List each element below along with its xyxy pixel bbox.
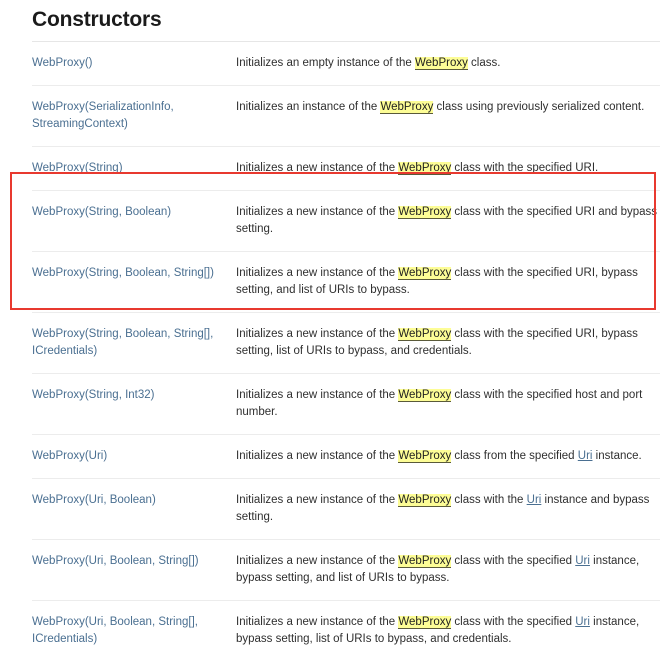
table-row: WebProxy(SerializationInfo, StreamingCon…: [32, 86, 660, 147]
table-row: WebProxy(Uri, Boolean, String[]) Initiali…: [32, 540, 660, 601]
constructor-name-cell: WebProxy(Uri): [32, 435, 236, 479]
documentation-page: Constructors WebProxy() Initializes an em…: [0, 0, 668, 526]
constructor-description-cell: Initializes an instance of the WebProxy …: [236, 86, 660, 147]
constructor-link[interactable]: WebProxy(String, Boolean): [32, 206, 171, 218]
constructors-table-body: WebProxy() Initializes an empty instance …: [32, 42, 660, 661]
description-text: Initializes a new instance of the WebPro…: [236, 206, 657, 235]
constructor-link[interactable]: WebProxy(String, Boolean, String[], ICre…: [32, 328, 213, 357]
uri-type-link[interactable]: Uri: [575, 555, 590, 567]
search-term-highlight: WebProxy: [398, 616, 451, 629]
description-text: Initializes a new instance of the WebPro…: [236, 267, 638, 296]
search-term-highlight: WebProxy: [398, 328, 451, 341]
page-title: Constructors: [0, 0, 668, 34]
constructor-link[interactable]: WebProxy(): [32, 57, 93, 69]
table-row: WebProxy(Uri, Boolean) Initializes a new …: [32, 479, 660, 540]
search-term-highlight: WebProxy: [380, 101, 433, 114]
description-text: Initializes a new instance of the WebPro…: [236, 389, 642, 418]
description-text: Initializes a new instance of the WebPro…: [236, 616, 639, 645]
table-row: WebProxy(String, Boolean, String[], ICre…: [32, 313, 660, 374]
constructor-link[interactable]: WebProxy(Uri, Boolean, String[], ICreden…: [32, 616, 198, 645]
constructor-description-cell: Initializes a new instance of the WebPro…: [236, 252, 660, 313]
table-row: WebProxy(String) Initializes a new instan…: [32, 147, 660, 191]
uri-type-link[interactable]: Uri: [578, 450, 593, 462]
constructor-name-cell: WebProxy(String, Int32): [32, 374, 236, 435]
constructor-description-cell: Initializes an empty instance of the Web…: [236, 42, 660, 86]
constructor-description-cell: Initializes a new instance of the WebPro…: [236, 374, 660, 435]
search-term-highlight: WebProxy: [398, 555, 451, 568]
constructor-link[interactable]: WebProxy(Uri): [32, 450, 107, 462]
constructor-name-cell: WebProxy(Uri, Boolean): [32, 479, 236, 540]
constructor-link[interactable]: WebProxy(Uri, Boolean): [32, 494, 156, 506]
search-term-highlight: WebProxy: [398, 267, 451, 280]
search-term-highlight: WebProxy: [398, 206, 451, 219]
search-term-highlight: WebProxy: [398, 389, 451, 402]
search-term-highlight: WebProxy: [398, 450, 451, 463]
constructor-description-cell: Initializes a new instance of the WebPro…: [236, 601, 660, 661]
constructor-description-cell: Initializes a new instance of the WebPro…: [236, 435, 660, 479]
constructor-name-cell: WebProxy(String): [32, 147, 236, 191]
constructor-link[interactable]: WebProxy(Uri, Boolean, String[]): [32, 555, 199, 567]
constructor-description-cell: Initializes a new instance of the WebPro…: [236, 479, 660, 540]
constructor-description-cell: Initializes a new instance of the WebPro…: [236, 147, 660, 191]
description-text: Initializes a new instance of the WebPro…: [236, 328, 638, 357]
constructor-name-cell: WebProxy(SerializationInfo, StreamingCon…: [32, 86, 236, 147]
table-row: WebProxy(String, Int32) Initializes a new…: [32, 374, 660, 435]
search-term-highlight: WebProxy: [398, 162, 451, 175]
constructor-name-cell: WebProxy(String, Boolean, String[]): [32, 252, 236, 313]
uri-type-link[interactable]: Uri: [527, 494, 542, 506]
constructor-name-cell: WebProxy(Uri, Boolean, String[]): [32, 540, 236, 601]
search-term-highlight: WebProxy: [398, 494, 451, 507]
constructor-link[interactable]: WebProxy(String, Int32): [32, 389, 155, 401]
description-text: Initializes a new instance of the WebPro…: [236, 494, 649, 523]
constructor-name-cell: WebProxy(String, Boolean): [32, 191, 236, 252]
description-text: Initializes a new instance of the WebPro…: [236, 555, 639, 584]
constructor-description-cell: Initializes a new instance of the WebPro…: [236, 540, 660, 601]
uri-type-link[interactable]: Uri: [575, 616, 590, 628]
constructor-description-cell: Initializes a new instance of the WebPro…: [236, 313, 660, 374]
table-row: WebProxy(String, Boolean) Initializes a n…: [32, 191, 660, 252]
constructors-table: WebProxy() Initializes an empty instance …: [32, 41, 660, 661]
constructor-name-cell: WebProxy(String, Boolean, String[], ICre…: [32, 313, 236, 374]
table-row: WebProxy(String, Boolean, String[]) Initi…: [32, 252, 660, 313]
constructor-name-cell: WebProxy(Uri, Boolean, String[], ICreden…: [32, 601, 236, 661]
constructor-link[interactable]: WebProxy(SerializationInfo, StreamingCon…: [32, 101, 174, 130]
table-row: WebProxy(Uri, Boolean, String[], ICreden…: [32, 601, 660, 661]
table-row: WebProxy() Initializes an empty instance …: [32, 42, 660, 86]
description-text: Initializes an instance of the WebProxy …: [236, 101, 644, 114]
description-text: Initializes a new instance of the WebPro…: [236, 450, 642, 463]
constructor-name-cell: WebProxy(): [32, 42, 236, 86]
constructor-description-cell: Initializes a new instance of the WebPro…: [236, 191, 660, 252]
constructor-link[interactable]: WebProxy(String, Boolean, String[]): [32, 267, 214, 279]
constructor-link[interactable]: WebProxy(String): [32, 162, 123, 174]
table-row: WebProxy(Uri) Initializes a new instance …: [32, 435, 660, 479]
description-text: Initializes a new instance of the WebPro…: [236, 162, 598, 175]
description-text: Initializes an empty instance of the Web…: [236, 57, 500, 70]
search-term-highlight: WebProxy: [415, 57, 468, 70]
